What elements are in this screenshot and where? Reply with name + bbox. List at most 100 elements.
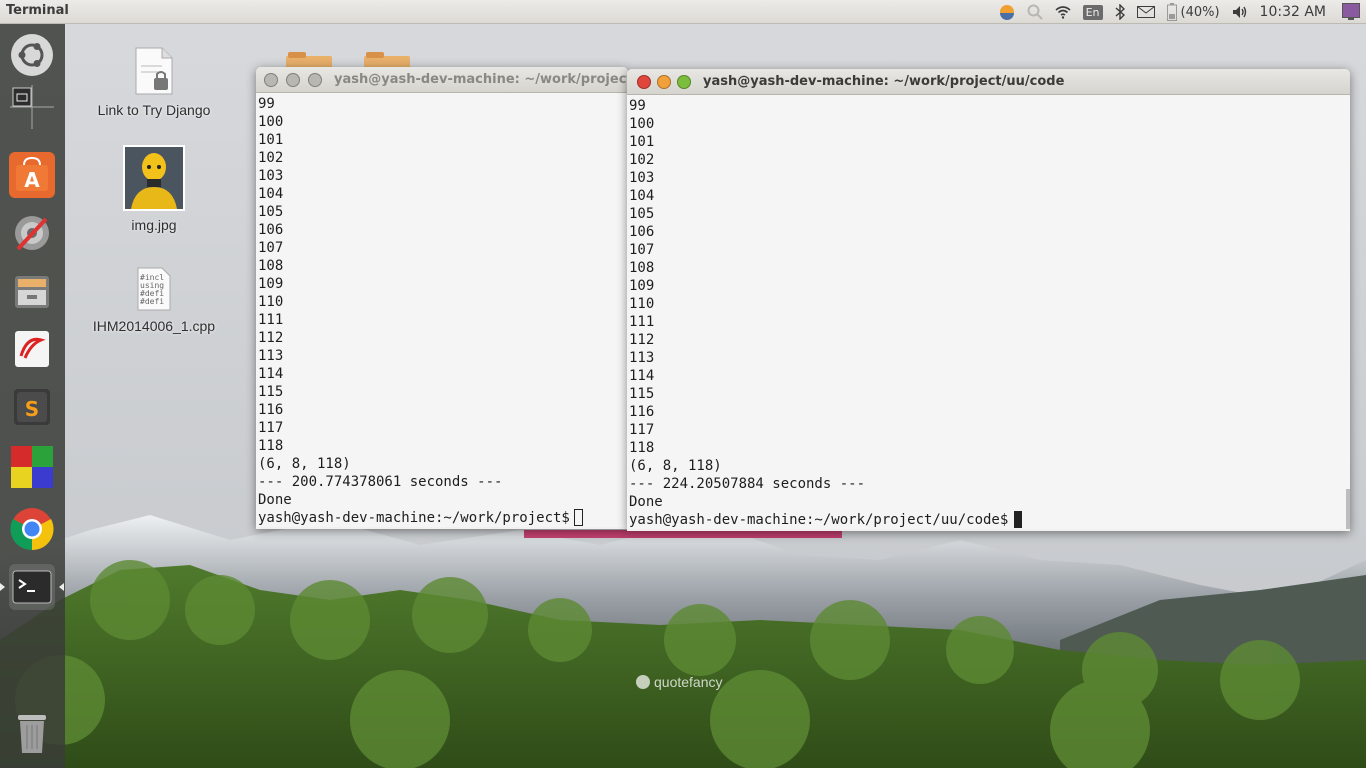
clock[interactable]: 10:32 AM [1254, 0, 1336, 24]
close-button[interactable] [637, 75, 651, 89]
launcher-item-sublime[interactable]: S [9, 384, 55, 430]
desktop-icon-label: IHM2014006_1.cpp [92, 318, 216, 334]
shell-prompt-line[interactable]: yash@yash-dev-machine:~/work/project$ [258, 509, 628, 527]
trash-icon [18, 715, 46, 753]
output-line: 100 [258, 114, 284, 130]
window-titlebar[interactable]: yash@yash-dev-machine: ~/work/project [256, 67, 628, 93]
svg-text:S: S [25, 397, 39, 421]
file-manager-icon [15, 276, 49, 308]
battery-percent: (40%) [1180, 4, 1220, 20]
weather-icon [999, 5, 1014, 20]
text-cursor [573, 509, 583, 526]
launcher-item-files[interactable] [9, 268, 55, 314]
output-line: 103 [629, 170, 655, 186]
terminal-output[interactable]: 99 100 101 102 103 104 105 106 107 108 109 110 111 11… [627, 95, 1350, 529]
output-line: 114 [629, 368, 655, 384]
desktop-icon-img-jpg[interactable]: img.jpg [89, 145, 219, 233]
minimize-button[interactable] [286, 73, 300, 87]
indicator-area: En (40%) 10:32 AM [993, 0, 1366, 24]
output-line: 108 [258, 258, 284, 274]
launcher-item-workspaces[interactable] [9, 84, 55, 130]
running-indicator-arrow [0, 583, 5, 591]
desktop-icon-link-to-try-django[interactable]: Link to Try Django [89, 46, 219, 118]
launcher-item-chrome[interactable] [9, 506, 55, 552]
output-line: 107 [258, 240, 284, 256]
launcher-item-puzzle[interactable] [9, 444, 55, 490]
terminal-window-left[interactable]: yash@yash-dev-machine: ~/work/project 99… [256, 67, 628, 529]
shell-prompt-line[interactable]: yash@yash-dev-machine:~/work/project/uu/… [629, 511, 1350, 529]
shell-prompt: yash@yash-dev-machine:~/work/project/uu/… [629, 512, 1009, 528]
output-line: 118 [258, 438, 284, 454]
image-thumbnail-icon [123, 145, 185, 211]
wifi-icon [1055, 6, 1071, 19]
window-title: yash@yash-dev-machine: ~/work/project [334, 72, 628, 87]
text-cursor [1014, 511, 1023, 528]
launcher-item-dash[interactable] [9, 32, 55, 78]
output-line: 103 [258, 168, 284, 184]
output-line: 109 [258, 276, 284, 292]
output-line: 109 [629, 278, 655, 294]
terminal-window-right[interactable]: yash@yash-dev-machine: ~/work/project/uu… [627, 69, 1350, 531]
focused-indicator-arrow [59, 583, 64, 591]
output-line: --- 200.774378061 seconds --- [258, 474, 503, 490]
launcher-item-software-center[interactable]: A [9, 152, 55, 198]
output-line: 102 [629, 152, 655, 168]
puzzle-game-icon [11, 446, 53, 488]
weather-indicator[interactable] [993, 0, 1021, 24]
output-line: 108 [629, 260, 655, 276]
minimize-button[interactable] [657, 75, 671, 89]
desktop-icon-label: img.jpg [131, 217, 177, 233]
output-line: 111 [629, 314, 655, 330]
output-line: 117 [258, 420, 284, 436]
output-line: 113 [629, 350, 655, 366]
output-line: 104 [629, 188, 655, 204]
output-line: 117 [629, 422, 655, 438]
close-button[interactable] [264, 73, 278, 87]
output-line: 116 [258, 402, 284, 418]
cpp-file-icon: #inclusing#defi#defi [137, 267, 171, 311]
maximize-button[interactable] [308, 73, 322, 87]
output-line: 107 [629, 242, 655, 258]
keyboard-indicator[interactable]: En [1077, 0, 1109, 24]
output-line: 100 [629, 116, 655, 132]
output-line: --- 224.20507884 seconds --- [629, 476, 866, 492]
bluetooth-icon [1115, 4, 1125, 20]
network-indicator[interactable] [1049, 0, 1077, 24]
scrollbar[interactable] [1346, 489, 1350, 529]
output-line: 101 [258, 132, 284, 148]
output-line: 110 [629, 296, 655, 312]
sound-indicator[interactable] [1226, 0, 1254, 24]
file-link-icon [135, 47, 173, 95]
svg-text:#defi: #defi [140, 297, 164, 306]
terminal-output[interactable]: 99 100 101 102 103 104 105 106 107 108 109 110 111 11… [256, 93, 628, 527]
sublime-text-icon: S [14, 389, 50, 425]
launcher-item-system-settings[interactable] [9, 210, 55, 256]
launcher-item-terminal[interactable] [9, 564, 55, 610]
launcher-item-document-viewer[interactable] [9, 326, 55, 372]
watermark-text: quotefancy [654, 674, 723, 690]
quote-icon [636, 675, 650, 689]
search-indicator[interactable] [1021, 0, 1049, 24]
battery-icon [1166, 3, 1177, 21]
mail-icon [1136, 6, 1155, 18]
software-center-icon: A [16, 156, 48, 192]
active-app-title: Terminal [6, 3, 69, 18]
desktop-icon-cpp-file[interactable]: #incl using #defi #defi IHM2014006_1.cpp [89, 266, 219, 334]
output-line: 118 [629, 440, 655, 456]
desktop-icon-label: Link to Try Django [97, 102, 211, 118]
output-line: 105 [629, 206, 655, 222]
maximize-button[interactable] [677, 75, 691, 89]
messaging-indicator[interactable] [1131, 0, 1161, 24]
output-line: 104 [258, 186, 284, 202]
session-indicator[interactable] [1336, 0, 1366, 24]
bluetooth-indicator[interactable] [1109, 0, 1131, 24]
output-line: 111 [258, 312, 284, 328]
output-line: 105 [258, 204, 284, 220]
ubuntu-dash-icon [11, 34, 53, 76]
battery-indicator[interactable]: (40%) [1161, 0, 1226, 24]
volume-icon [1232, 6, 1246, 18]
launcher-item-trash[interactable] [9, 710, 55, 756]
output-line: (6, 8, 118) [258, 456, 351, 472]
top-panel: Terminal En (40%) 10:32 AM [0, 0, 1366, 24]
window-titlebar[interactable]: yash@yash-dev-machine: ~/work/project/uu… [627, 69, 1350, 95]
